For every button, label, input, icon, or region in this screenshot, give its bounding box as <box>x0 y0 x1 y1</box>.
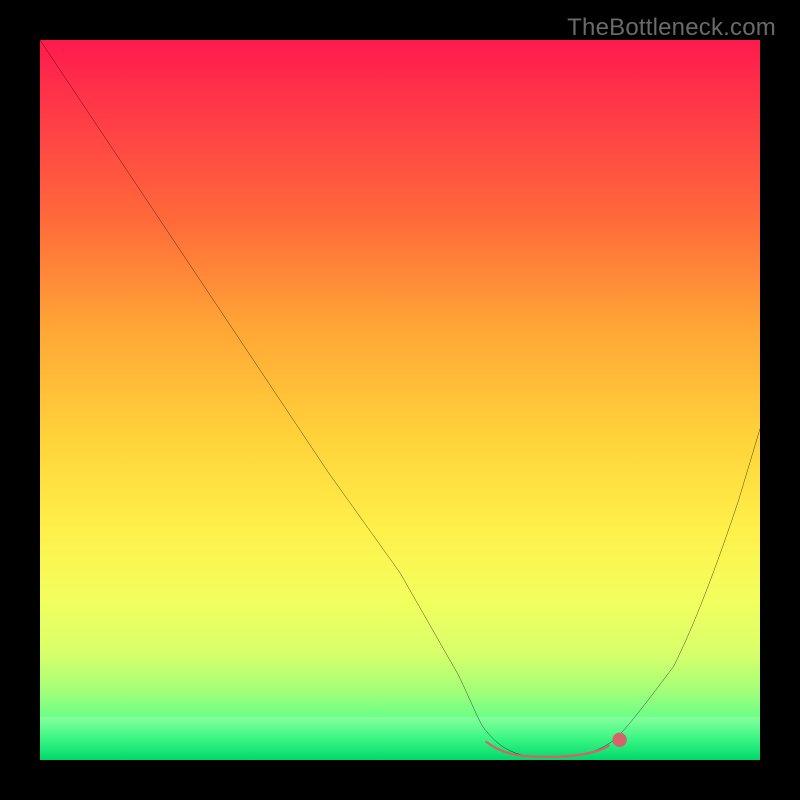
watermark-text: TheBottleneck.com <box>567 14 776 42</box>
chart-frame: TheBottleneck.com <box>0 0 800 800</box>
highlight-dot <box>612 733 626 747</box>
chart-svg <box>40 40 760 760</box>
bottleneck-curve <box>40 40 760 757</box>
plot-area <box>40 40 760 760</box>
highlight-band <box>486 742 608 757</box>
